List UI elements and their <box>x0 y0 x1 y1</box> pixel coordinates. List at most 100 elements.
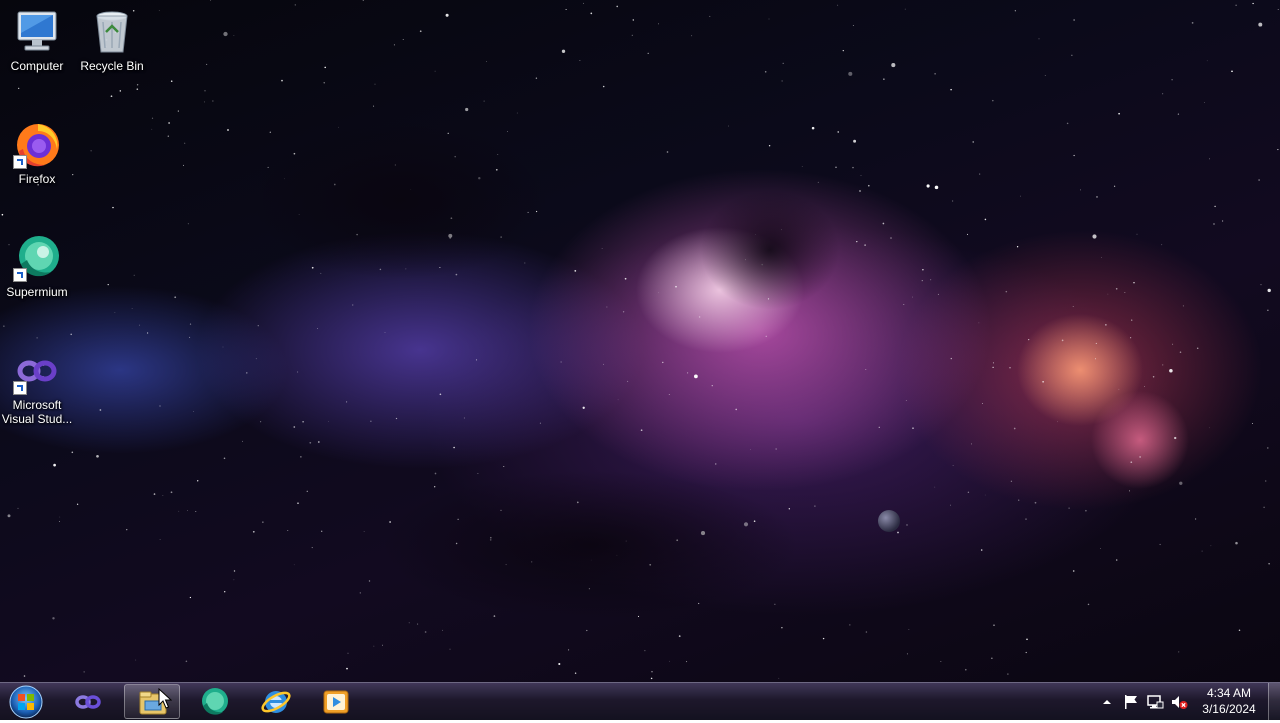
star <box>1251 422 1253 424</box>
star <box>223 457 226 460</box>
taskbar-media-player[interactable] <box>308 684 364 719</box>
star <box>1061 339 1064 342</box>
star <box>300 456 302 458</box>
star <box>382 644 383 646</box>
star <box>921 280 923 282</box>
star <box>159 538 161 540</box>
star <box>1231 70 1233 73</box>
star <box>374 83 376 85</box>
star <box>1191 22 1194 24</box>
star <box>260 421 262 423</box>
taskbar-supermium[interactable] <box>186 684 242 719</box>
star <box>1018 499 1020 501</box>
star <box>601 248 603 249</box>
star <box>18 87 20 89</box>
desktop-icon-recycle-bin[interactable]: Recycle Bin <box>75 8 149 73</box>
star <box>189 596 192 599</box>
star <box>865 369 867 371</box>
star <box>52 617 55 620</box>
show-hidden-icons-icon[interactable] <box>1098 693 1116 711</box>
star <box>856 240 858 243</box>
star <box>853 139 857 143</box>
star <box>1194 518 1197 520</box>
star <box>210 0 212 1</box>
star <box>903 304 905 305</box>
star <box>691 35 693 37</box>
star <box>906 524 908 526</box>
system-clock[interactable]: 4:34 AM 3/16/2024 <box>1190 685 1268 717</box>
star <box>992 362 994 364</box>
star <box>558 662 561 666</box>
star <box>993 624 995 626</box>
star <box>187 509 188 511</box>
star <box>965 668 967 671</box>
taskbar: 4:34 AM 3/16/2024 <box>0 682 1280 720</box>
desktop[interactable]: Computer Recycle Bin Firefox Supermium M… <box>0 0 1280 720</box>
star <box>1267 447 1269 449</box>
taskbar-internet-explorer[interactable] <box>248 684 304 719</box>
volume-muted-icon[interactable] <box>1170 693 1188 711</box>
star <box>507 131 509 132</box>
star <box>709 15 711 17</box>
star <box>930 279 932 281</box>
star <box>373 105 375 107</box>
star <box>912 427 914 429</box>
star <box>1235 541 1238 545</box>
star <box>891 63 896 68</box>
star <box>293 564 295 566</box>
star <box>1 213 4 216</box>
star <box>384 331 386 333</box>
star <box>1130 337 1132 339</box>
star <box>1179 481 1183 485</box>
star <box>269 131 271 133</box>
desktop-icon-supermium[interactable]: Supermium <box>0 234 74 299</box>
star <box>951 200 954 202</box>
star <box>1020 195 1021 197</box>
star <box>865 631 868 633</box>
star <box>442 629 444 631</box>
star <box>878 426 880 428</box>
star <box>750 449 751 450</box>
star <box>224 591 226 593</box>
star <box>1206 60 1208 62</box>
star <box>860 175 862 177</box>
star <box>477 472 479 475</box>
star <box>1222 220 1224 222</box>
show-desktop-button[interactable] <box>1268 683 1280 720</box>
star <box>99 409 102 411</box>
star <box>837 131 839 133</box>
star <box>184 142 186 144</box>
star <box>233 570 236 572</box>
start-button[interactable] <box>7 685 45 719</box>
star <box>17 507 19 509</box>
star <box>984 218 987 221</box>
desktop-icon-computer[interactable]: Computer <box>0 8 74 73</box>
star <box>1096 196 1098 198</box>
network-icon[interactable] <box>1146 693 1164 711</box>
star <box>1162 93 1164 95</box>
star <box>153 493 156 495</box>
action-center-flag-icon[interactable] <box>1122 693 1140 711</box>
star <box>1214 205 1216 208</box>
star <box>419 30 422 33</box>
desktop-icon-firefox[interactable]: Firefox <box>0 121 74 186</box>
star <box>321 530 323 532</box>
star <box>195 511 197 513</box>
star <box>233 35 235 36</box>
star <box>583 2 584 4</box>
star <box>952 465 954 466</box>
star <box>424 631 427 633</box>
star <box>7 514 11 518</box>
star <box>302 420 304 423</box>
desktop-icon-visual-studio[interactable]: Microsoft Visual Stud... <box>0 347 74 426</box>
dark-nebula-cloud <box>250 120 550 280</box>
star <box>516 112 518 114</box>
star <box>651 671 653 673</box>
star <box>1174 436 1177 440</box>
star <box>658 292 660 294</box>
taskbar-visual-studio[interactable] <box>60 684 116 719</box>
star <box>1265 480 1267 482</box>
star <box>23 675 26 677</box>
star <box>698 316 701 318</box>
star <box>574 672 577 674</box>
